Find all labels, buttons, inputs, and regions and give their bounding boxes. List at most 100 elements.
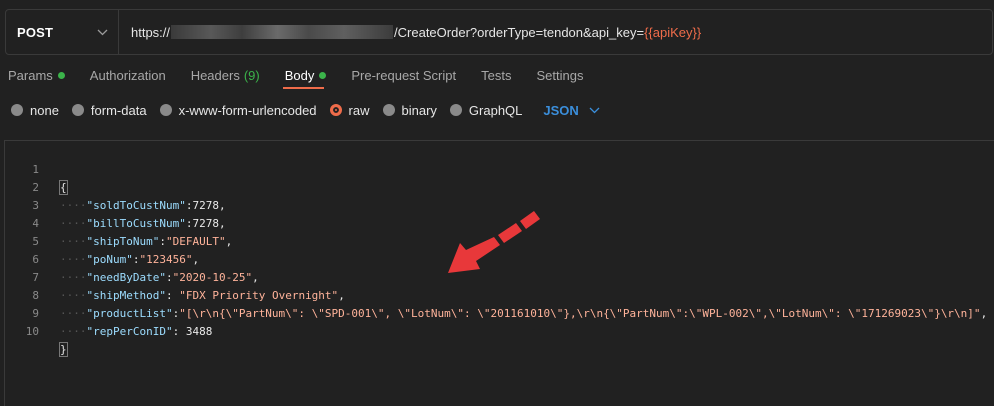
code-line: 5 ····"poNum":"123456", — [5, 215, 199, 266]
radio-label: x-www-form-urlencoded — [178, 102, 317, 118]
request-url-bar: POST https:// /CreateOrder?orderType=ten… — [5, 9, 993, 55]
radio-button-selected[interactable] — [329, 104, 342, 116]
radio-form-data[interactable]: form-data — [71, 102, 147, 118]
json-tail: , — [218, 217, 226, 230]
radio-binary[interactable]: binary — [382, 102, 437, 118]
code-content: { — [59, 179, 68, 197]
json-sep: : — [165, 271, 173, 284]
json-value: 3488 — [185, 325, 213, 338]
code-content: ····"soldToCustNum":7278, — [60, 199, 226, 212]
tab-authorization-label: Authorization — [89, 67, 166, 83]
radio-button[interactable] — [382, 104, 395, 116]
code-content: ····"shipToNum":"DEFAULT", — [60, 235, 233, 248]
radio-button[interactable] — [71, 104, 84, 116]
code-content: } — [59, 341, 68, 359]
radio-none[interactable]: none — [11, 103, 59, 118]
red-arrow-icon — [448, 211, 540, 273]
url-variable: {{apiKey}} — [644, 24, 702, 40]
json-tail: , — [980, 307, 988, 320]
tab-headers[interactable]: Headers (9) — [191, 66, 260, 84]
tab-body[interactable]: Body — [285, 66, 327, 84]
radio-label: binary — [401, 102, 437, 118]
json-value: "2020-10-25" — [172, 271, 253, 284]
method-select[interactable]: POST — [6, 10, 119, 54]
json-sep: : — [165, 289, 180, 302]
code-line: 3 ····"billToCustNum":7278, — [5, 179, 225, 230]
radio-label: none — [30, 102, 59, 118]
json-key: "shipToNum" — [86, 235, 160, 248]
tab-authorization[interactable]: Authorization — [90, 66, 166, 84]
json-key: "repPerConID" — [86, 325, 173, 338]
radio-label: raw — [348, 102, 370, 118]
json-value: "DEFAULT" — [165, 235, 226, 248]
code-line: 1 { — [5, 143, 68, 195]
code-line: 4 ····"shipToNum":"DEFAULT", — [5, 197, 232, 248]
request-tabs: Params Authorization Headers (9) Body Pr… — [8, 66, 608, 84]
tab-headers-label: Headers — [190, 67, 240, 83]
close-brace: } — [59, 342, 68, 357]
code-content: ····"productList":"[\r\n{\"PartNum\": \"… — [60, 307, 988, 320]
radio-label: form-data — [90, 102, 147, 118]
chevron-down-icon — [97, 27, 108, 38]
json-value: "123456" — [139, 253, 193, 266]
code-content: ····"repPerConID": 3488 — [60, 325, 213, 338]
json-tail: , — [252, 271, 259, 284]
url-prefix: https:// — [131, 24, 171, 40]
json-key: "billToCustNum" — [86, 217, 186, 230]
code-line: 10 } — [5, 305, 68, 357]
json-tail: , — [225, 235, 233, 248]
status-dot — [57, 71, 65, 79]
url-input[interactable]: https:// /CreateOrder?orderType=tendon&a… — [119, 10, 992, 54]
json-value: "FDX Priority Overnight" — [179, 289, 339, 302]
chevron-down-icon — [589, 105, 600, 116]
status-dot — [319, 71, 327, 79]
json-tail: , — [218, 199, 226, 212]
method-label: POST — [17, 24, 54, 40]
json-value: "[\r\n{\"PartNum\": \"SPD-001\", \"LotNu… — [179, 307, 981, 320]
json-key: "needByDate" — [86, 271, 166, 284]
redacted-host — [171, 25, 394, 39]
radio-raw[interactable]: raw — [329, 102, 370, 118]
radio-label: GraphQL — [468, 102, 523, 118]
code-content: ····"shipMethod": "FDX Priority Overnigh… — [60, 289, 345, 302]
url-path: /CreateOrder?orderType=tendon&api_key= — [394, 24, 645, 40]
tab-tests-label: Tests — [481, 67, 512, 83]
json-key: "productList" — [86, 307, 173, 320]
code-line: 2 ····"soldToCustNum":7278, — [5, 161, 225, 212]
json-tail: , — [192, 253, 200, 266]
radio-graphql[interactable]: GraphQL — [449, 102, 523, 118]
radio-button[interactable] — [11, 104, 23, 116]
editor-lines: 1 { 2 ····"soldToCustNum":7278, 3 ····"b… — [5, 143, 987, 357]
json-tail: , — [338, 289, 345, 302]
code-line: 9 ····"repPerConID": 3488 — [5, 287, 212, 338]
radio-x-www-form-urlencoded[interactable]: x-www-form-urlencoded — [159, 102, 317, 118]
code-line: 6 ····"needByDate":"2020-10-25", — [5, 233, 258, 284]
tab-settings-label: Settings — [536, 67, 584, 83]
tab-settings[interactable]: Settings — [536, 66, 583, 84]
json-key: "soldToCustNum" — [86, 199, 186, 212]
radio-button[interactable] — [449, 104, 462, 116]
json-key: "shipMethod" — [86, 289, 166, 302]
body-type-selector: none form-data x-www-form-urlencoded raw… — [11, 101, 600, 119]
tab-pre-request-script[interactable]: Pre-request Script — [351, 66, 456, 84]
active-tab-indicator — [283, 87, 324, 89]
tab-params-label: Params — [8, 67, 53, 83]
tab-pre-request-label: Pre-request Script — [351, 67, 457, 83]
code-content: ····"billToCustNum":7278, — [60, 217, 226, 230]
code-content: ····"poNum":"123456", — [60, 253, 200, 266]
format-select[interactable]: JSON — [543, 102, 600, 118]
format-label: JSON — [543, 102, 579, 118]
code-line: 7 ····"shipMethod": "FDX Priority Overni… — [5, 251, 344, 302]
json-value: 7278 — [192, 199, 219, 212]
open-brace: { — [59, 180, 68, 195]
code-line: 8 ····"productList":"[\r\n{\"PartNum\": … — [5, 269, 987, 320]
radio-button[interactable] — [159, 104, 172, 116]
tab-tests[interactable]: Tests — [481, 66, 511, 84]
json-value: 7278 — [192, 217, 219, 230]
json-sep: : — [159, 235, 166, 248]
tab-body-label: Body — [284, 67, 315, 83]
tab-params[interactable]: Params — [8, 66, 65, 84]
json-sep: : — [172, 325, 186, 338]
line-number: 10 — [25, 325, 39, 338]
code-content: ····"needByDate":"2020-10-25", — [60, 271, 259, 284]
